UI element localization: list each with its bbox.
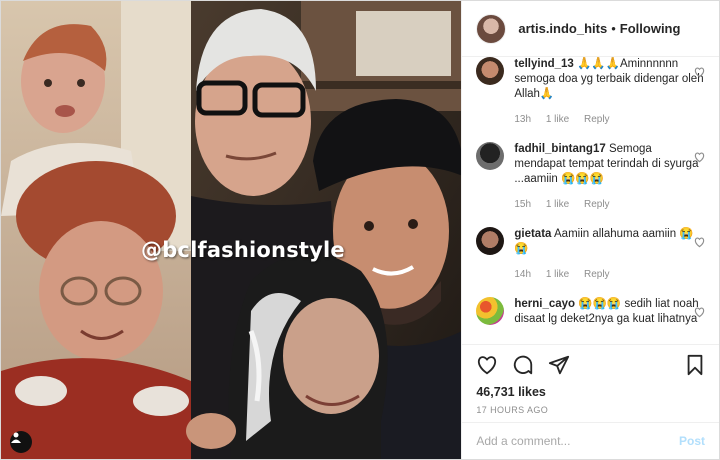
comment-icon[interactable] <box>512 354 534 376</box>
photo-illustration <box>1 1 462 459</box>
comment-likes[interactable]: 1 like <box>546 269 569 280</box>
comment-username[interactable]: tellyind_13 <box>514 58 573 70</box>
commenter-avatar[interactable] <box>476 142 505 170</box>
account-username[interactable]: artis.indo_hits <box>518 21 607 36</box>
account-avatar[interactable] <box>476 13 507 44</box>
comment-list[interactable]: tellyind_13 🙏🙏🙏Aminnnnnn semoga doa yg t… <box>462 57 719 344</box>
comment-likes[interactable]: 1 like <box>546 114 569 125</box>
post-comment-button[interactable]: Post <box>679 434 705 448</box>
comment-time[interactable]: 13h <box>514 114 531 125</box>
post-sidebar: artis.indo_hits • Following tellyind_13 … <box>461 1 719 459</box>
comment-like-heart-icon[interactable] <box>694 305 705 323</box>
like-count[interactable]: 46,731 likes <box>476 385 705 399</box>
commenter-avatar[interactable] <box>476 227 505 255</box>
bookmark-icon[interactable] <box>685 354 705 376</box>
instagram-post: @bclfashionstyle artis.indo_hits • Follo… <box>0 0 720 460</box>
comment-like-heart-icon[interactable] <box>694 65 705 83</box>
comment-item: gietata Aamiin allahuma aamiin 😭😭 14h 1 … <box>476 227 705 282</box>
comment-like-heart-icon[interactable] <box>694 150 705 168</box>
comment-input[interactable] <box>476 434 679 448</box>
reply-button[interactable]: Reply <box>584 199 610 210</box>
commenter-avatar[interactable] <box>476 57 505 85</box>
comment-username[interactable]: fadhil_bintang17 <box>514 143 605 155</box>
comment-item: herni_cayo 😭😭😭 sedih liat noah disaat lg… <box>476 297 705 327</box>
reply-button[interactable]: Reply <box>584 114 610 125</box>
reply-button[interactable]: Reply <box>584 269 610 280</box>
share-icon[interactable] <box>548 354 570 376</box>
heart-icon[interactable] <box>476 354 498 376</box>
comment-like-heart-icon[interactable] <box>694 235 705 253</box>
post-actions: 46,731 likes 17 HOURS AGO Post <box>462 344 719 459</box>
post-timestamp[interactable]: 17 HOURS AGO <box>476 405 705 415</box>
commenter-avatar[interactable] <box>476 297 505 325</box>
comment-likes[interactable]: 1 like <box>546 199 569 210</box>
comment-item: fadhil_bintang17 Semoga mendapat tempat … <box>476 142 705 212</box>
comment-time[interactable]: 14h <box>514 269 531 280</box>
post-header: artis.indo_hits • Following <box>462 1 719 57</box>
comment-time[interactable]: 15h <box>514 199 531 210</box>
comment-composer: Post <box>462 422 719 459</box>
post-photo[interactable]: @bclfashionstyle <box>1 1 462 459</box>
following-button[interactable]: Following <box>620 21 681 36</box>
comment-meta: 14h 1 like Reply <box>514 267 704 282</box>
comment-item: tellyind_13 🙏🙏🙏Aminnnnnn semoga doa yg t… <box>476 57 705 127</box>
action-bar <box>476 347 705 383</box>
comment-username[interactable]: gietata <box>514 228 551 240</box>
comment-username[interactable]: herni_cayo <box>514 298 575 310</box>
header-separator: • <box>611 21 616 36</box>
comment-meta: 15h 1 like Reply <box>514 197 704 212</box>
comment-meta: 13h 1 like Reply <box>514 112 704 127</box>
user-tag-icon[interactable] <box>10 431 32 453</box>
photo-watermark: @bclfashionstyle <box>141 238 345 262</box>
